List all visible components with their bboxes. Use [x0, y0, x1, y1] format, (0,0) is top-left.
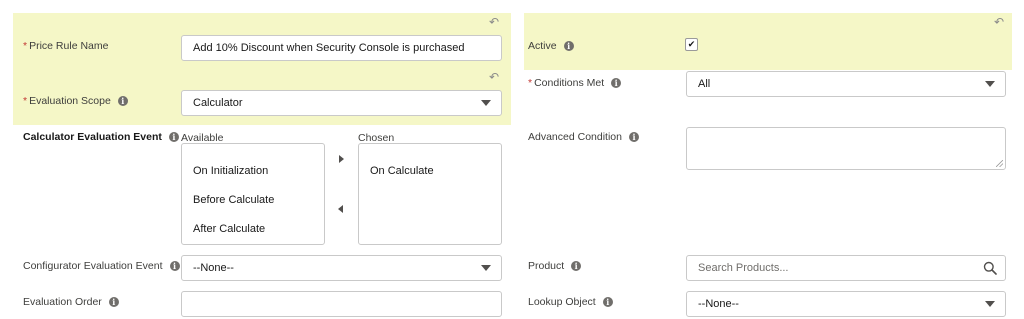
chevron-down-icon: [481, 100, 491, 106]
product-label: Product i: [528, 260, 582, 272]
undo-icon[interactable]: ↶: [489, 71, 499, 83]
resize-handle-icon[interactable]: [996, 160, 1003, 167]
conditions-met-label: * Conditions Met i: [528, 77, 622, 89]
product-search-placeholder: Search Products...: [698, 262, 789, 274]
advanced-condition-label-text: Advanced Condition: [528, 131, 622, 143]
undo-icon[interactable]: ↶: [489, 16, 499, 28]
product-search-input[interactable]: Search Products...: [686, 255, 1006, 281]
required-marker: *: [528, 77, 533, 89]
required-marker: *: [23, 95, 28, 107]
info-icon[interactable]: i: [611, 78, 622, 88]
info-icon[interactable]: i: [168, 132, 179, 142]
price-rule-name-value: Add 10% Discount when Security Console i…: [193, 42, 465, 54]
check-icon: ✔: [687, 39, 696, 49]
chevron-down-icon: [985, 81, 995, 87]
info-icon[interactable]: i: [169, 261, 180, 271]
lookup-object-value: --None--: [698, 298, 739, 310]
configurator-evaluation-event-select[interactable]: --None--: [181, 255, 502, 281]
list-option[interactable]: On Initialization: [182, 156, 324, 185]
info-icon[interactable]: i: [563, 41, 574, 51]
lookup-object-label-text: Lookup Object: [528, 296, 596, 308]
edited-highlight-right: [524, 13, 1012, 70]
info-icon[interactable]: i: [108, 297, 119, 307]
conditions-met-label-text: Conditions Met: [534, 77, 605, 89]
info-icon[interactable]: i: [117, 96, 128, 106]
info-icon[interactable]: i: [602, 297, 613, 307]
evaluation-scope-select[interactable]: Calculator: [181, 90, 502, 116]
advanced-condition-label: Advanced Condition i: [528, 131, 639, 143]
price-rule-name-label: * Price Rule Name: [23, 40, 108, 52]
configurator-evaluation-event-label-text: Configurator Evaluation Event: [23, 260, 163, 272]
product-label-text: Product: [528, 260, 565, 272]
move-right-button[interactable]: [339, 155, 344, 163]
active-label: Active i: [528, 40, 574, 52]
conditions-met-select[interactable]: All: [686, 71, 1006, 97]
price-rule-name-label-text: Price Rule Name: [29, 40, 109, 52]
list-option[interactable]: After Calculate: [182, 214, 324, 243]
list-option[interactable]: On Calculate: [359, 156, 501, 185]
price-rule-name-input[interactable]: Add 10% Discount when Security Console i…: [181, 35, 502, 61]
undo-icon[interactable]: ↶: [994, 16, 1004, 28]
configurator-evaluation-event-label: Configurator Evaluation Event i: [23, 260, 180, 272]
evaluation-order-input[interactable]: [181, 291, 502, 317]
configurator-evaluation-event-value: --None--: [193, 262, 234, 274]
available-listbox[interactable]: On Initialization Before Calculate After…: [181, 143, 325, 245]
search-icon[interactable]: [983, 261, 997, 275]
evaluation-scope-value: Calculator: [193, 97, 243, 109]
move-left-button[interactable]: [338, 205, 343, 213]
calculator-evaluation-event-label: Calculator Evaluation Event i: [23, 131, 179, 143]
info-icon[interactable]: i: [628, 132, 639, 142]
evaluation-scope-label: * Evaluation Scope i: [23, 95, 128, 107]
conditions-met-value: All: [698, 78, 711, 90]
lookup-object-select[interactable]: --None--: [686, 291, 1006, 317]
chevron-down-icon: [985, 301, 995, 307]
chevron-down-icon: [481, 265, 491, 271]
active-checkbox[interactable]: ✔: [685, 38, 698, 51]
evaluation-order-label-text: Evaluation Order: [23, 296, 102, 308]
evaluation-order-label: Evaluation Order i: [23, 296, 119, 308]
lookup-object-label: Lookup Object i: [528, 296, 613, 308]
active-label-text: Active: [528, 40, 557, 52]
info-icon[interactable]: i: [571, 261, 582, 271]
chosen-listbox[interactable]: On Calculate: [358, 143, 502, 245]
required-marker: *: [23, 40, 28, 52]
evaluation-scope-label-text: Evaluation Scope: [29, 95, 111, 107]
calculator-evaluation-event-label-text: Calculator Evaluation Event: [23, 131, 162, 143]
advanced-condition-textarea[interactable]: [686, 127, 1006, 170]
list-option[interactable]: Before Calculate: [182, 185, 324, 214]
